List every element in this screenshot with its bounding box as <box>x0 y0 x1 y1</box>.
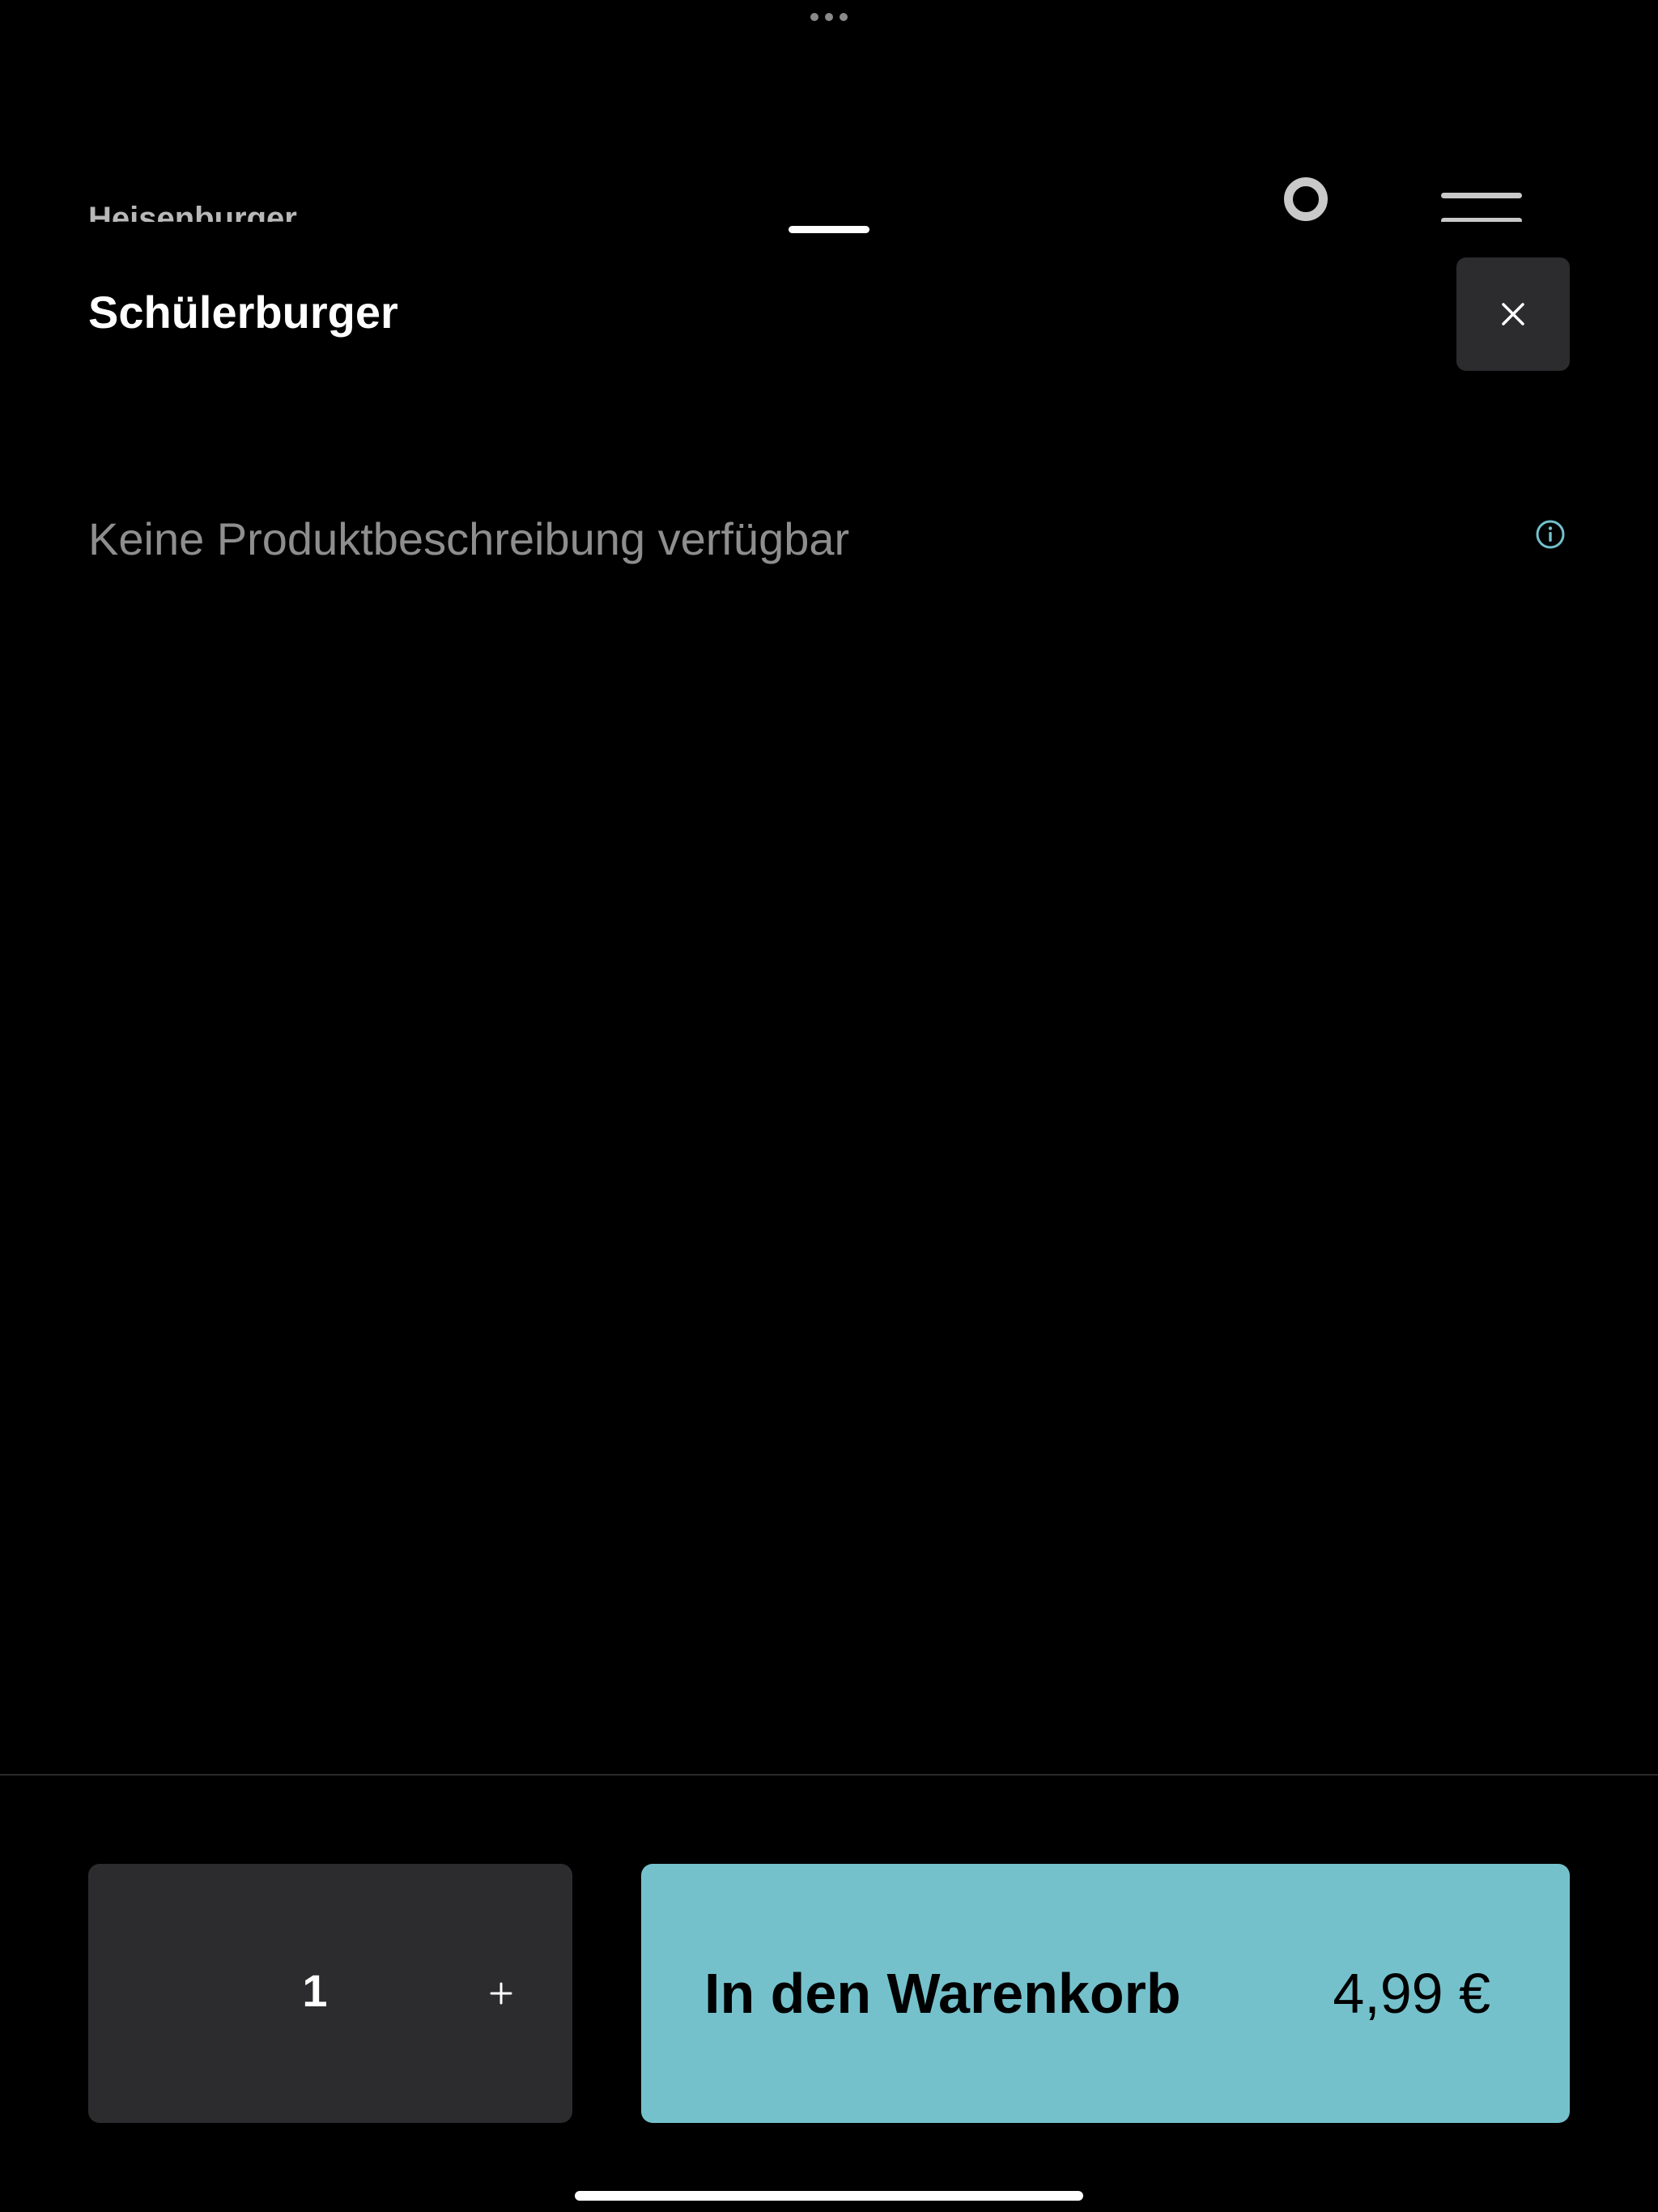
price-label: 4,99 € <box>1333 1962 1490 2025</box>
hamburger-menu-icon[interactable] <box>1441 193 1522 222</box>
home-indicator[interactable] <box>575 2191 1083 2201</box>
product-sheet: Schülerburger Keine Produktbeschreibung … <box>0 222 1658 2212</box>
add-to-cart-button[interactable]: In den Warenkorb 4,99 € <box>641 1864 1570 2123</box>
background-app-title: Heisenburger <box>88 201 297 222</box>
sheet-grabber[interactable] <box>789 226 869 233</box>
increment-button[interactable] <box>461 1953 542 2034</box>
close-icon <box>1502 303 1524 325</box>
bottom-bar-divider <box>0 1774 1658 1776</box>
product-description: Keine Produktbeschreibung verfügbar <box>88 513 850 564</box>
quantity-stepper: 1 <box>88 1864 572 2123</box>
close-button[interactable] <box>1456 257 1570 371</box>
info-icon[interactable] <box>1535 519 1566 550</box>
background-app-header: Heisenburger <box>0 0 1658 222</box>
add-to-cart-label: In den Warenkorb <box>704 1962 1181 2025</box>
product-title: Schülerburger <box>88 287 398 338</box>
quantity-value: 1 <box>302 1965 328 2016</box>
plus-icon <box>490 1982 512 2005</box>
profile-circle-icon[interactable] <box>1284 177 1328 221</box>
